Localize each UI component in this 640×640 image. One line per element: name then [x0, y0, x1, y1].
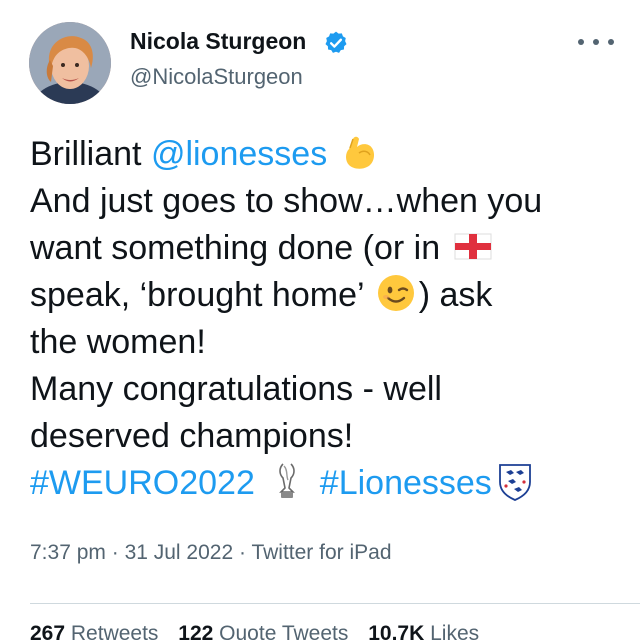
tweet-text-segment: speak, ‘brought home’ — [30, 276, 373, 314]
meta-separator: · — [233, 541, 252, 564]
tweet-line-3: want something done (or in — [30, 225, 630, 272]
divider — [30, 603, 640, 604]
tweet-line-5: the women! — [30, 323, 206, 361]
tweet-text-segment: ) ask — [418, 276, 493, 314]
tweet-text-segment: want something done (or in — [30, 229, 450, 267]
quotes-count: 122 — [178, 622, 214, 640]
tweet-line-6: Many congratulations - well — [30, 370, 442, 408]
tweet-text: Brilliant @lionesses And just goes to sh… — [30, 131, 630, 507]
dot-icon — [593, 39, 599, 45]
england-crest-emoji-icon — [494, 460, 536, 502]
hashtag-weuro2022-link[interactable]: #WEURO2022 — [30, 464, 255, 502]
retweets-label: Retweets — [70, 622, 159, 640]
more-options-icon[interactable] — [578, 32, 614, 52]
tweet-card: Nicola Sturgeon @NicolaSturgeon Brillian… — [0, 0, 640, 640]
tweet-line-7: deserved champions! — [30, 417, 354, 455]
retweets-count: 267 — [30, 622, 66, 640]
avatar-image — [29, 22, 111, 104]
tweet-time[interactable]: 7:37 pm — [30, 541, 106, 564]
quote-tweets-stat[interactable]: 122 Quote Tweets — [178, 622, 348, 640]
tweet-line-8: #WEURO2022 #Lionesses — [30, 460, 630, 507]
tweet-source: Twitter for iPad — [251, 541, 392, 564]
tweet-date[interactable]: 31 Jul 2022 — [125, 541, 234, 564]
avatar[interactable] — [29, 22, 111, 104]
author-handle[interactable]: @NicolaSturgeon — [130, 64, 303, 90]
engagement-stats: 267 Retweets 122 Quote Tweets 10.7K Like… — [30, 622, 479, 640]
tweet-text-segment: Brilliant — [30, 135, 151, 173]
tweet-line-2: And just goes to show…when you — [30, 182, 543, 220]
dot-icon — [578, 39, 584, 45]
author-name[interactable]: Nicola Sturgeon — [130, 28, 306, 55]
tweet-metadata: 7:37 pm · 31 Jul 2022 · Twitter for iPad — [30, 541, 392, 565]
verified-badge-icon — [325, 31, 347, 53]
mention-link[interactable]: @lionesses — [151, 135, 327, 173]
flexed-biceps-emoji-icon — [339, 131, 381, 173]
quotes-label: Quote Tweets — [219, 622, 349, 640]
hashtag-lionesses-link[interactable]: #Lionesses — [320, 464, 492, 502]
tweet-line-1: Brilliant @lionesses — [30, 131, 630, 178]
meta-separator: · — [105, 541, 125, 564]
retweets-stat[interactable]: 267 Retweets — [30, 622, 158, 640]
tweet-line-4: speak, ‘brought home’ ) ask — [30, 272, 630, 319]
winking-face-emoji-icon — [375, 272, 417, 314]
trophy-emoji-icon — [266, 460, 308, 502]
england-flag-emoji-icon — [452, 225, 494, 267]
likes-stat[interactable]: 10.7K Likes — [368, 622, 479, 640]
likes-label: Likes — [430, 622, 480, 640]
dot-icon — [608, 39, 614, 45]
likes-count: 10.7K — [368, 622, 425, 640]
